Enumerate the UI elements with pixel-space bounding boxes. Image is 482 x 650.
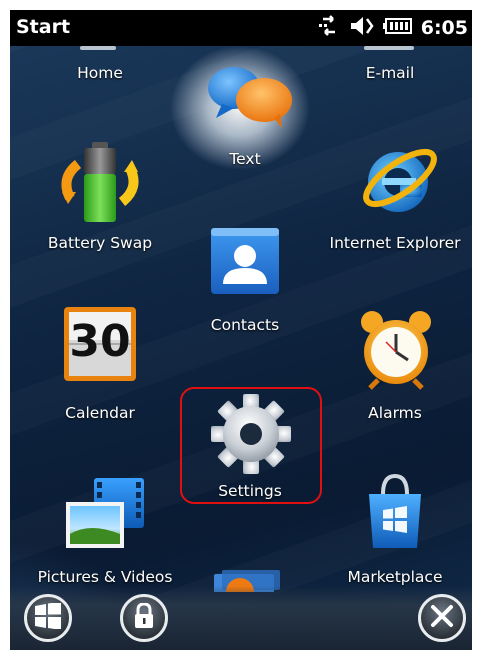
email-label: E-mail bbox=[365, 64, 415, 82]
text-label: Text bbox=[229, 150, 261, 168]
battery-swap-tile[interactable]: Battery Swap bbox=[40, 130, 160, 260]
home-tile[interactable]: Home bbox=[50, 58, 150, 86]
marketplace-tile[interactable]: Marketplace bbox=[330, 470, 460, 590]
contacts-label: Contacts bbox=[210, 316, 280, 334]
text-tile[interactable]: Text bbox=[190, 60, 300, 175]
calendar-icon: 30 bbox=[63, 306, 137, 382]
windows-start-icon bbox=[34, 601, 62, 633]
calendar-tile[interactable]: 30 Calendar bbox=[50, 300, 150, 430]
calendar-day: 30 bbox=[69, 316, 131, 367]
windows-start-button[interactable] bbox=[24, 594, 72, 642]
pictures-videos-label: Pictures & Videos bbox=[37, 568, 173, 586]
close-button[interactable] bbox=[418, 594, 466, 642]
home-label: Home bbox=[77, 64, 123, 82]
alarm-clock-icon bbox=[356, 306, 436, 394]
status-bar: Start 6:05 bbox=[10, 10, 472, 46]
data-sync-icon[interactable] bbox=[317, 15, 341, 41]
bottom-bar bbox=[10, 586, 472, 650]
alarms-label: Alarms bbox=[368, 404, 422, 422]
close-icon bbox=[430, 604, 454, 632]
marketplace-bag-icon bbox=[363, 472, 427, 556]
settings-selection-highlight bbox=[180, 387, 322, 504]
email-tile-edge bbox=[364, 46, 414, 50]
calendar-label: Calendar bbox=[65, 404, 135, 422]
contacts-icon bbox=[209, 226, 281, 302]
contacts-tile[interactable]: Contacts bbox=[190, 220, 300, 345]
home-tile-edge bbox=[80, 46, 116, 50]
lock-button[interactable] bbox=[120, 594, 168, 642]
clock-time: 6:05 bbox=[420, 17, 468, 39]
alarms-tile[interactable]: Alarms bbox=[340, 300, 450, 430]
start-screen: Start 6:05 Home E-mail Text Battery Swap… bbox=[10, 10, 472, 650]
internet-explorer-label: Internet Explorer bbox=[329, 234, 461, 252]
pictures-videos-icon bbox=[64, 476, 150, 554]
internet-explorer-icon bbox=[360, 138, 440, 224]
marketplace-label: Marketplace bbox=[347, 568, 443, 586]
status-icons: 6:05 bbox=[317, 14, 468, 42]
battery-icon[interactable] bbox=[382, 17, 413, 39]
speech-bubbles-icon bbox=[204, 64, 294, 134]
lock-icon bbox=[133, 602, 155, 633]
battery-swap-icon bbox=[58, 138, 142, 232]
email-tile[interactable]: E-mail bbox=[340, 58, 440, 86]
volume-icon[interactable] bbox=[349, 15, 375, 41]
internet-explorer-tile[interactable]: Internet Explorer bbox=[320, 130, 470, 260]
screen-title: Start bbox=[16, 16, 71, 38]
battery-swap-label: Battery Swap bbox=[47, 234, 153, 252]
pictures-videos-tile[interactable]: Pictures & Videos bbox=[30, 470, 180, 590]
